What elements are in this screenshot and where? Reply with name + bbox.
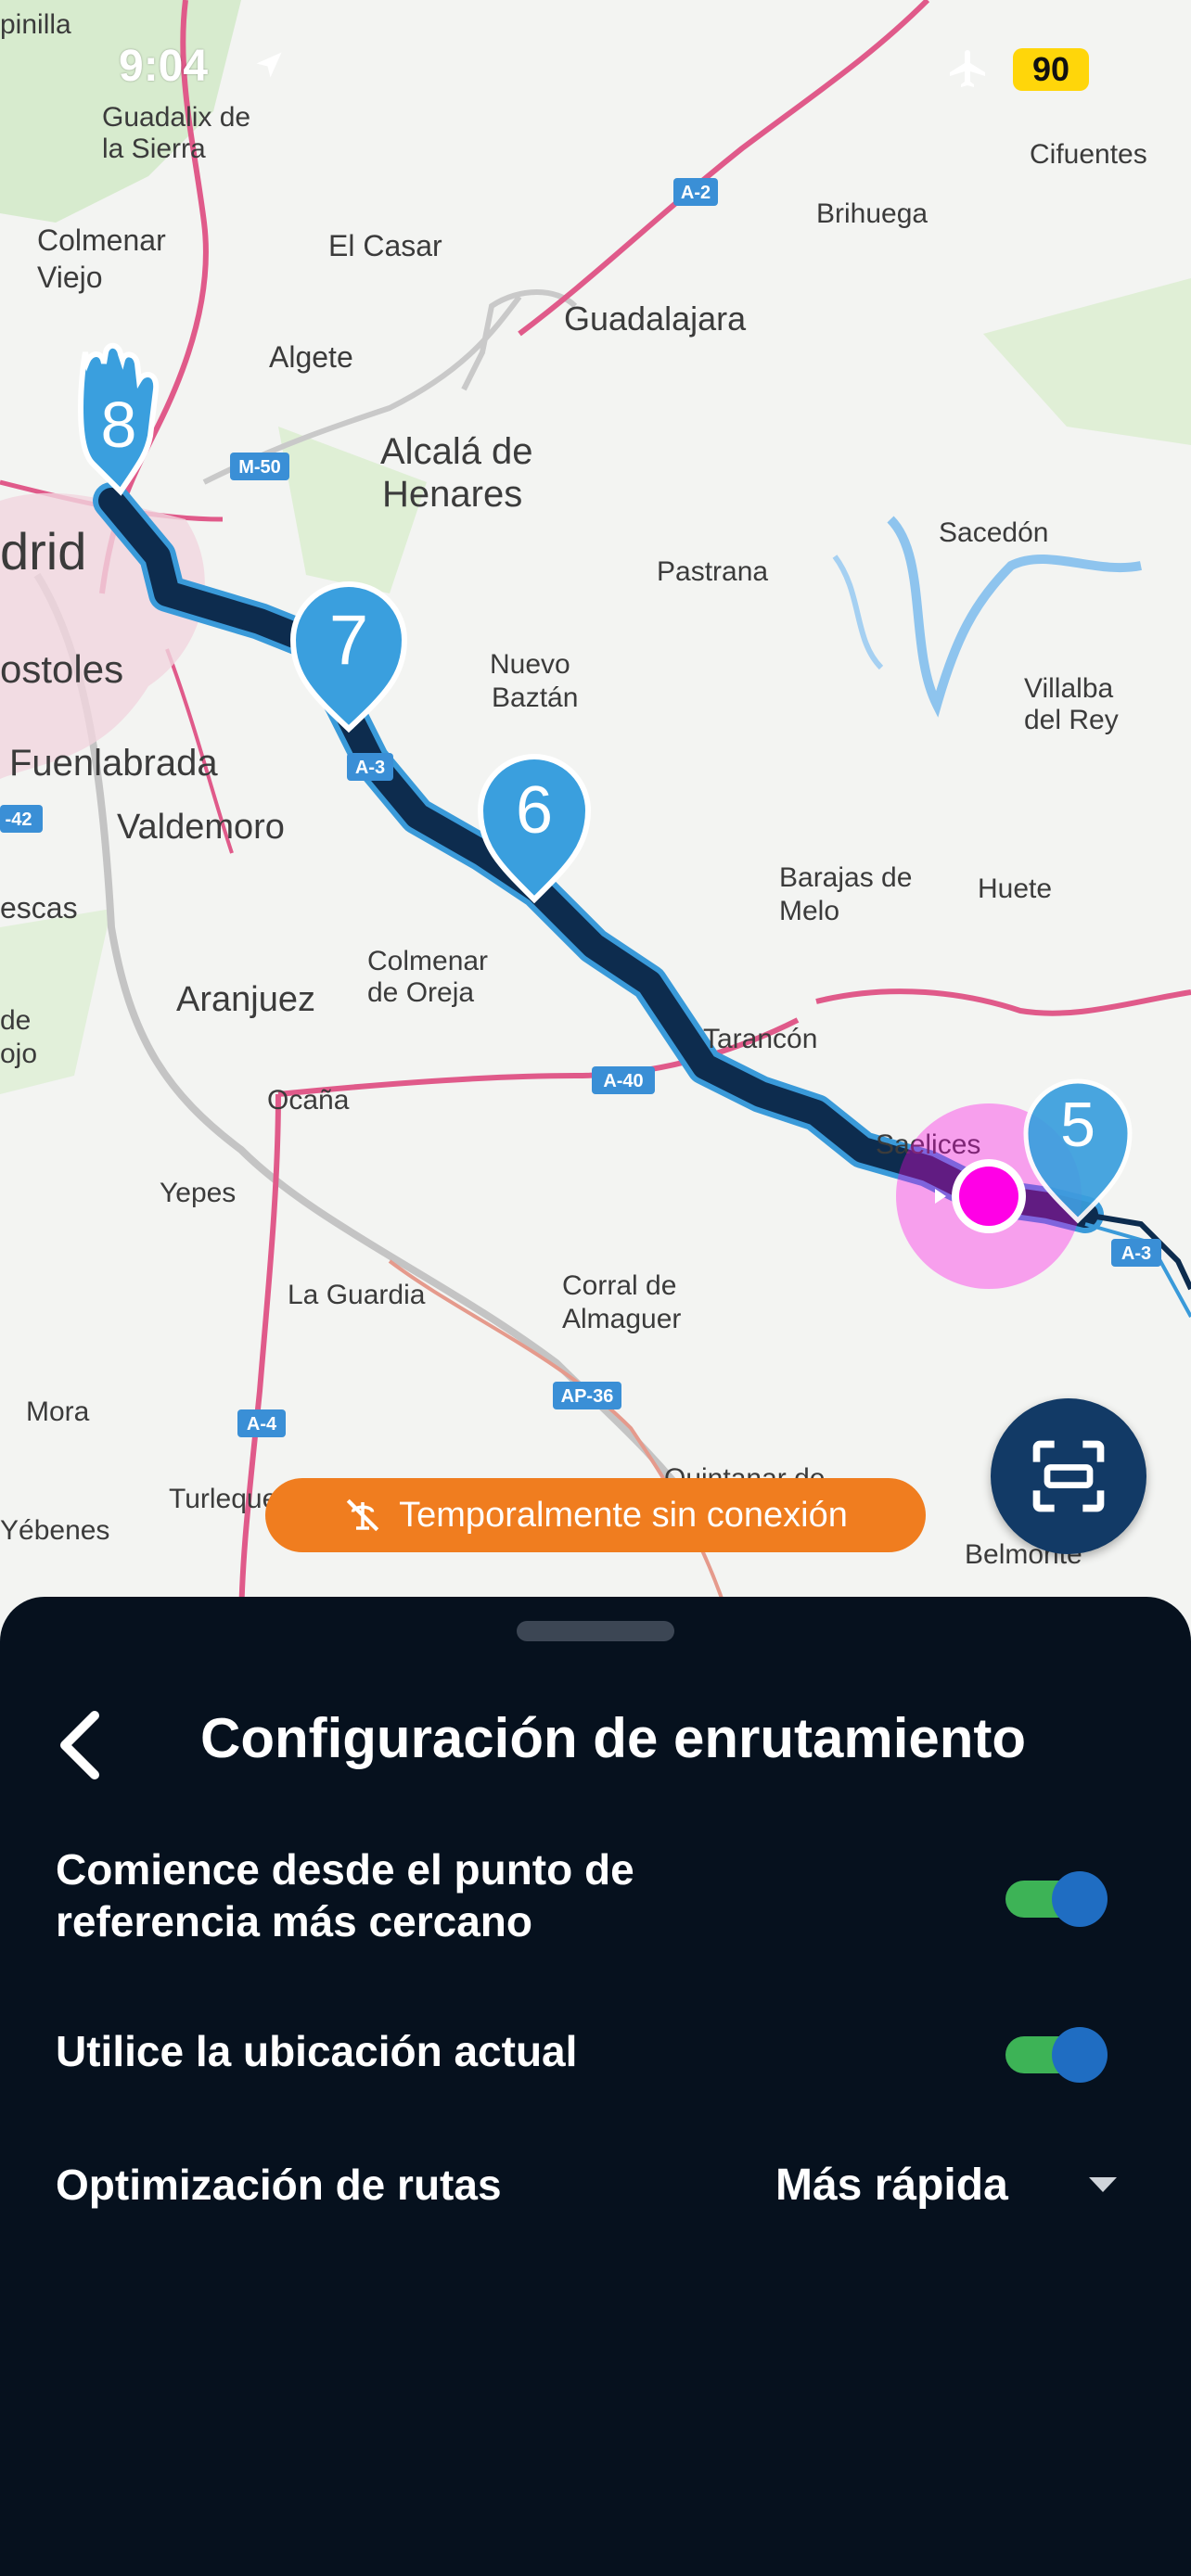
label-fuenlabrada: Fuenlabrada [9, 743, 218, 784]
label-barajas-1: Barajas de [779, 862, 912, 893]
label-valdemoro: Valdemoro [117, 808, 285, 847]
label-alcala-1: Alcalá de [380, 431, 533, 472]
label-de-ojo-1: de [0, 1005, 31, 1036]
svg-text:A-4: A-4 [247, 1414, 277, 1435]
label-nuevo-baztan-2: Baztán [492, 682, 578, 713]
label-madrid: drid [0, 522, 86, 580]
label-corral-1: Corral de [562, 1270, 676, 1301]
label-corral-2: Almaguer [562, 1304, 681, 1334]
label-colmenar-oreja-1: Colmenar [367, 946, 488, 976]
route-map[interactable]: pinilla Guadalix de la Sierra Colmenar V… [0, 0, 1191, 1632]
label-algete: Algete [269, 340, 353, 374]
label-yepes: Yepes [160, 1178, 236, 1208]
route-optimization-value: Más rápida [775, 2160, 1008, 2210]
label-escas: escas [0, 891, 78, 925]
fit-route-button[interactable] [991, 1398, 1146, 1554]
svg-text:A-2: A-2 [681, 183, 711, 203]
svg-text:A-3: A-3 [1121, 1243, 1151, 1264]
label-colmenar-oreja-2: de Oreja [367, 977, 474, 1008]
signal-off-icon [346, 1498, 379, 1532]
offline-banner-text: Temporalmente sin conexión [399, 1495, 848, 1535]
status-bar: 9:04 90 [0, 0, 1191, 139]
label-brihuega: Brihuega [816, 198, 928, 229]
road-shield-a4: A-4 [237, 1409, 286, 1437]
label-turleque: Turleque [169, 1484, 277, 1514]
label-cifuentes: Cifuentes [1030, 139, 1147, 170]
toggle-nearest-waypoint[interactable] [1005, 1871, 1108, 1927]
label-nuevo-baztan-1: Nuevo [490, 649, 570, 680]
label-yebenes: Yébenes [0, 1515, 109, 1546]
svg-text:A-3: A-3 [355, 758, 385, 778]
routing-settings-sheet: Configuración de enrutamiento Comience d… [0, 1597, 1191, 2576]
label-aranjuez: Aranjuez [176, 980, 315, 1019]
label-sacedon: Sacedón [939, 517, 1048, 548]
label-tarancon: Tarancón [703, 1024, 817, 1054]
road-shield-m50: M-50 [230, 453, 289, 480]
svg-text:-42: -42 [6, 810, 32, 830]
battery-indicator: 90 [1013, 48, 1089, 91]
svg-text:7: 7 [329, 601, 368, 680]
offline-banner: Temporalmente sin conexión [265, 1478, 926, 1552]
setting-label-route-optimization: Optimización de rutas [56, 2161, 502, 2209]
label-mostoles: ostoles [0, 647, 123, 691]
label-de-ojo-2: ojo [0, 1039, 37, 1069]
svg-text:6: 6 [516, 773, 553, 848]
route-optimization-dropdown[interactable]: Más rápida [761, 2151, 1132, 2218]
label-pastrana: Pastrana [657, 556, 768, 587]
label-el-casar: El Casar [328, 229, 442, 262]
location-arrow-icon [256, 52, 282, 78]
label-guadalajara: Guadalajara [564, 300, 747, 338]
setting-label-nearest-waypoint: Comience desde el punto de referencia má… [56, 1845, 634, 1945]
toggle-current-location[interactable] [1005, 2027, 1108, 2083]
svg-text:8: 8 [101, 389, 137, 461]
dropdown-caret-icon [1089, 2177, 1117, 2192]
back-chevron-icon[interactable] [50, 1708, 106, 1782]
label-barajas-2: Melo [779, 896, 839, 926]
road-shield-a2: A-2 [673, 178, 718, 206]
setting-label-current-location: Utilice la ubicación actual [56, 2027, 578, 2075]
road-shield-a3-east: A-3 [1111, 1239, 1161, 1267]
svg-text:AP-36: AP-36 [561, 1386, 614, 1407]
label-mora: Mora [26, 1396, 90, 1427]
label-villalba-1: Villalba [1024, 673, 1113, 704]
label-alcala-2: Henares [382, 474, 522, 515]
label-colmenar-viejo-1: Colmenar [37, 223, 166, 257]
label-huete: Huete [978, 874, 1052, 904]
road-shield-a3-north: A-3 [347, 753, 393, 781]
svg-text:A-40: A-40 [603, 1071, 643, 1091]
svg-text:M-50: M-50 [238, 457, 281, 478]
label-villalba-2: del Rey [1024, 705, 1119, 735]
label-la-guardia: La Guardia [288, 1280, 426, 1310]
road-shield-a42: -42 [0, 805, 43, 833]
road-shield-ap36: AP-36 [553, 1382, 621, 1409]
status-time: 9:04 [119, 42, 209, 91]
svg-text:5: 5 [1060, 1090, 1095, 1160]
airplane-mode-icon [950, 50, 985, 87]
fit-screen-icon [1032, 1440, 1105, 1512]
road-shield-a40: A-40 [592, 1066, 655, 1094]
label-colmenar-viejo-2: Viejo [37, 261, 103, 294]
sheet-drag-handle[interactable] [517, 1621, 674, 1641]
label-ocana: Ocaña [267, 1085, 350, 1116]
sheet-title: Configuración de enrutamiento [200, 1707, 1027, 1769]
